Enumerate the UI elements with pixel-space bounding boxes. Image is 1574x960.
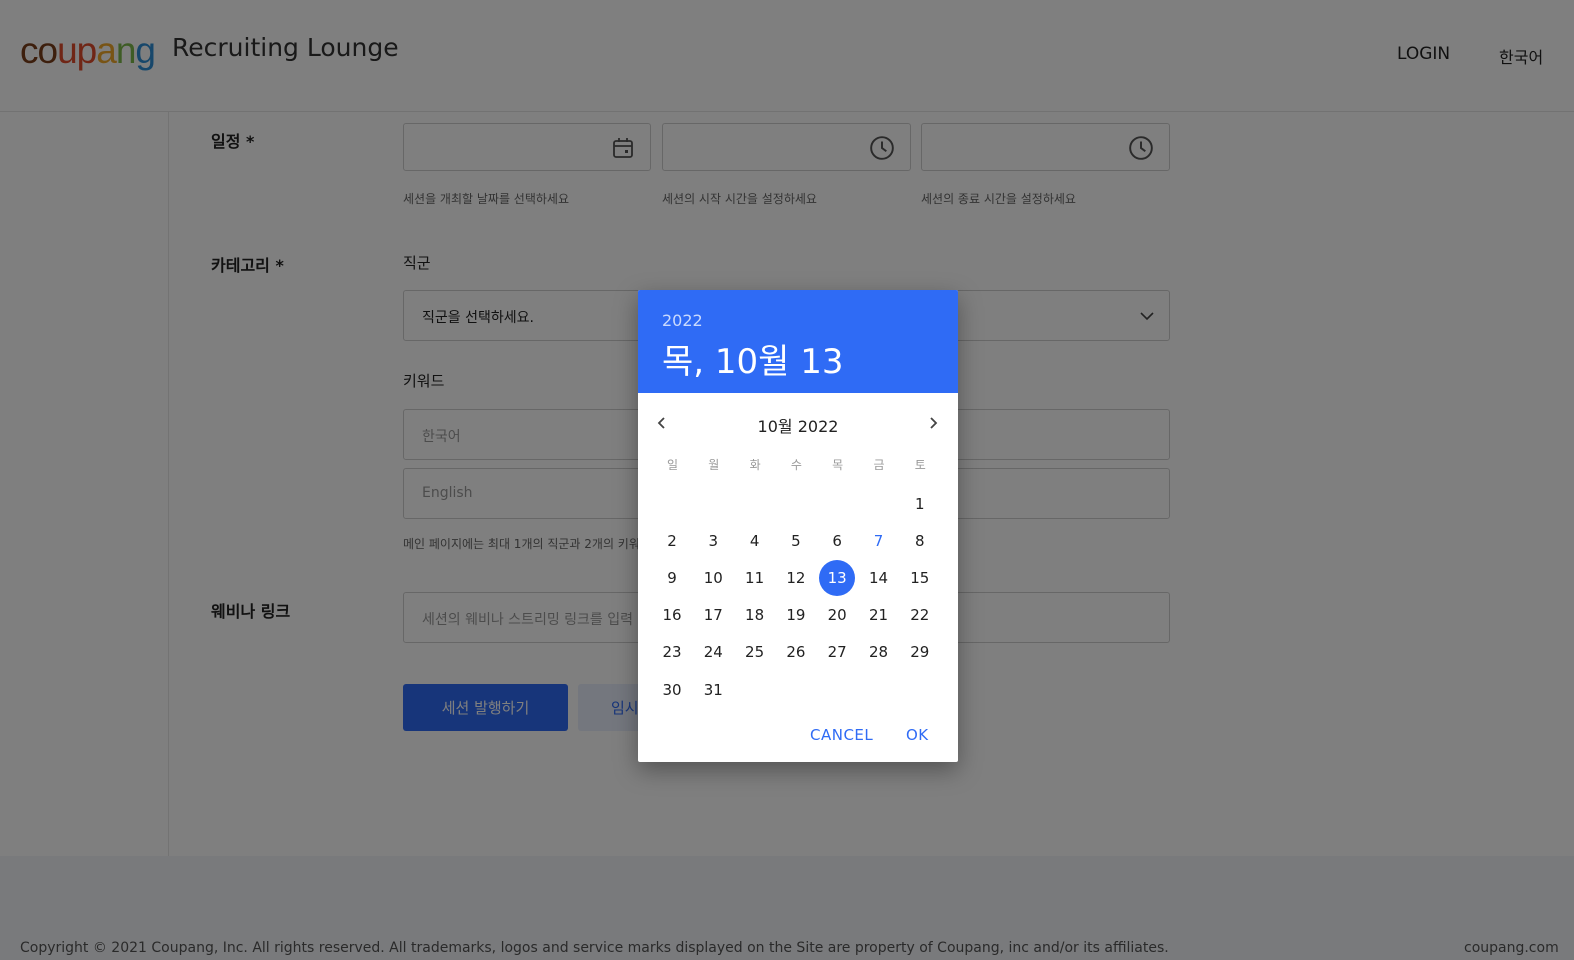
cancel-button[interactable]: CANCEL [810, 726, 873, 744]
day-cell[interactable]: 20 [819, 597, 855, 633]
weekday-label: 목 [832, 458, 844, 472]
day-cell[interactable]: 22 [902, 597, 938, 633]
day-cell[interactable]: 28 [861, 634, 897, 670]
picker-selected-date: 목, 10월 13 [662, 342, 844, 382]
day-cell[interactable]: 17 [695, 597, 731, 633]
day-cell[interactable]: 6 [819, 523, 855, 559]
day-cell[interactable]: 9 [654, 560, 690, 596]
day-cell[interactable]: 30 [654, 672, 690, 708]
day-cell[interactable]: 18 [737, 597, 773, 633]
day-cell[interactable]: 8 [902, 523, 938, 559]
day-cell[interactable]: 27 [819, 634, 855, 670]
weekday-label: 일 [666, 458, 679, 472]
weekday-label: 수 [790, 458, 802, 472]
day-cell[interactable]: 7 [861, 523, 897, 559]
weekday-label: 금 [873, 458, 885, 472]
day-cell-selected[interactable]: 13 [819, 560, 856, 597]
day-cell[interactable]: 14 [861, 560, 897, 596]
day-cell[interactable]: 31 [695, 672, 731, 708]
day-cell[interactable]: 21 [861, 597, 897, 633]
day-cell[interactable]: 2 [654, 523, 690, 559]
day-cell[interactable]: 19 [778, 597, 814, 633]
picker-month-title: 10월 2022 [757, 417, 839, 436]
date-picker-dialog: 2022 목, 10월 13 10월 2022 일월화수목금토 12345678… [638, 290, 958, 762]
picker-year[interactable]: 2022 [662, 311, 703, 330]
day-cell[interactable]: 11 [737, 560, 773, 596]
day-cell[interactable]: 1 [902, 486, 938, 522]
weekday-label: 토 [914, 458, 926, 472]
day-cell[interactable]: 26 [778, 634, 814, 670]
day-cell[interactable]: 10 [695, 560, 731, 596]
day-cell[interactable]: 5 [778, 523, 814, 559]
day-cell[interactable]: 12 [778, 560, 814, 596]
day-cell[interactable]: 16 [654, 597, 690, 633]
day-cell[interactable]: 23 [654, 634, 690, 670]
day-cell[interactable]: 15 [902, 560, 938, 596]
ok-button[interactable]: OK [906, 726, 929, 744]
date-picker-header: 2022 목, 10월 13 [638, 290, 958, 393]
weekday-label: 화 [749, 458, 761, 472]
weekday-label: 월 [708, 458, 720, 472]
day-cell[interactable]: 29 [902, 634, 938, 670]
day-cell[interactable]: 4 [737, 523, 773, 559]
chevron-right-icon[interactable] [925, 415, 941, 431]
day-cell[interactable]: 24 [695, 634, 731, 670]
day-cell[interactable]: 25 [737, 634, 773, 670]
day-cell[interactable]: 3 [695, 523, 731, 559]
